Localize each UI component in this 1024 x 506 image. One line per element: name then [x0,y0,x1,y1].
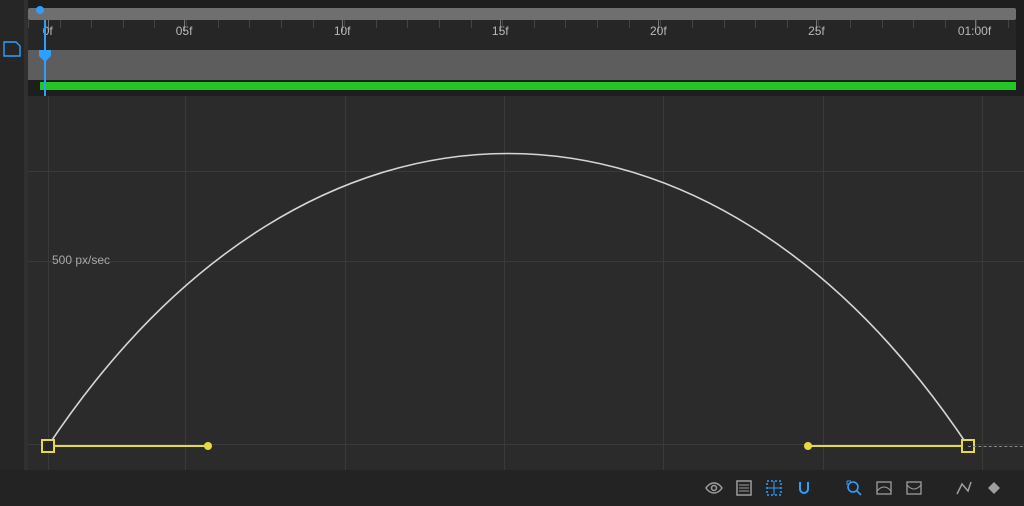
ruler-label: 01:00f [958,24,991,38]
speed-graph-area[interactable]: 500 px/sec [28,96,1024,470]
ruler-label: 15f [492,24,509,38]
list-icon[interactable] [734,478,754,498]
ruler-label: 10f [334,24,351,38]
timeline-ruler[interactable]: 0f05f10f15f20f25f01:00f [28,20,1016,50]
ease-handle-line[interactable] [808,445,968,447]
curve-extension-dashed [968,446,1024,447]
y-axis-label: 500 px/sec [52,253,110,267]
keyframe-nav-icon[interactable] [984,478,1004,498]
keyframe-marker[interactable] [41,439,55,453]
cached-preview-bar [40,82,1016,90]
graph-editor-toolbar [0,470,1024,506]
visibility-icon[interactable] [704,478,724,498]
cti-head-icon[interactable] [38,50,52,62]
ruler-label: 20f [650,24,667,38]
graph-editor-panel: 0f05f10f15f20f25f01:00f 500 px/sec [0,0,1024,506]
work-area-start-handle[interactable] [36,6,44,14]
autobezier-icon[interactable] [954,478,974,498]
layer-duration-bar[interactable] [28,50,1016,80]
comp-marker-icon[interactable] [2,40,22,58]
out-icon[interactable] [904,478,924,498]
fit-icon[interactable] [844,478,864,498]
ease-handle-point[interactable] [204,442,212,450]
ruler-label: 25f [808,24,825,38]
grid-icon[interactable] [764,478,784,498]
ruler-label: 05f [176,24,193,38]
ease-handle-point[interactable] [804,442,812,450]
in-icon[interactable] [874,478,894,498]
work-area-bar[interactable] [28,8,1016,20]
speed-curve [28,96,1024,470]
snap-icon[interactable] [794,478,814,498]
ease-handle-line[interactable] [48,445,208,447]
